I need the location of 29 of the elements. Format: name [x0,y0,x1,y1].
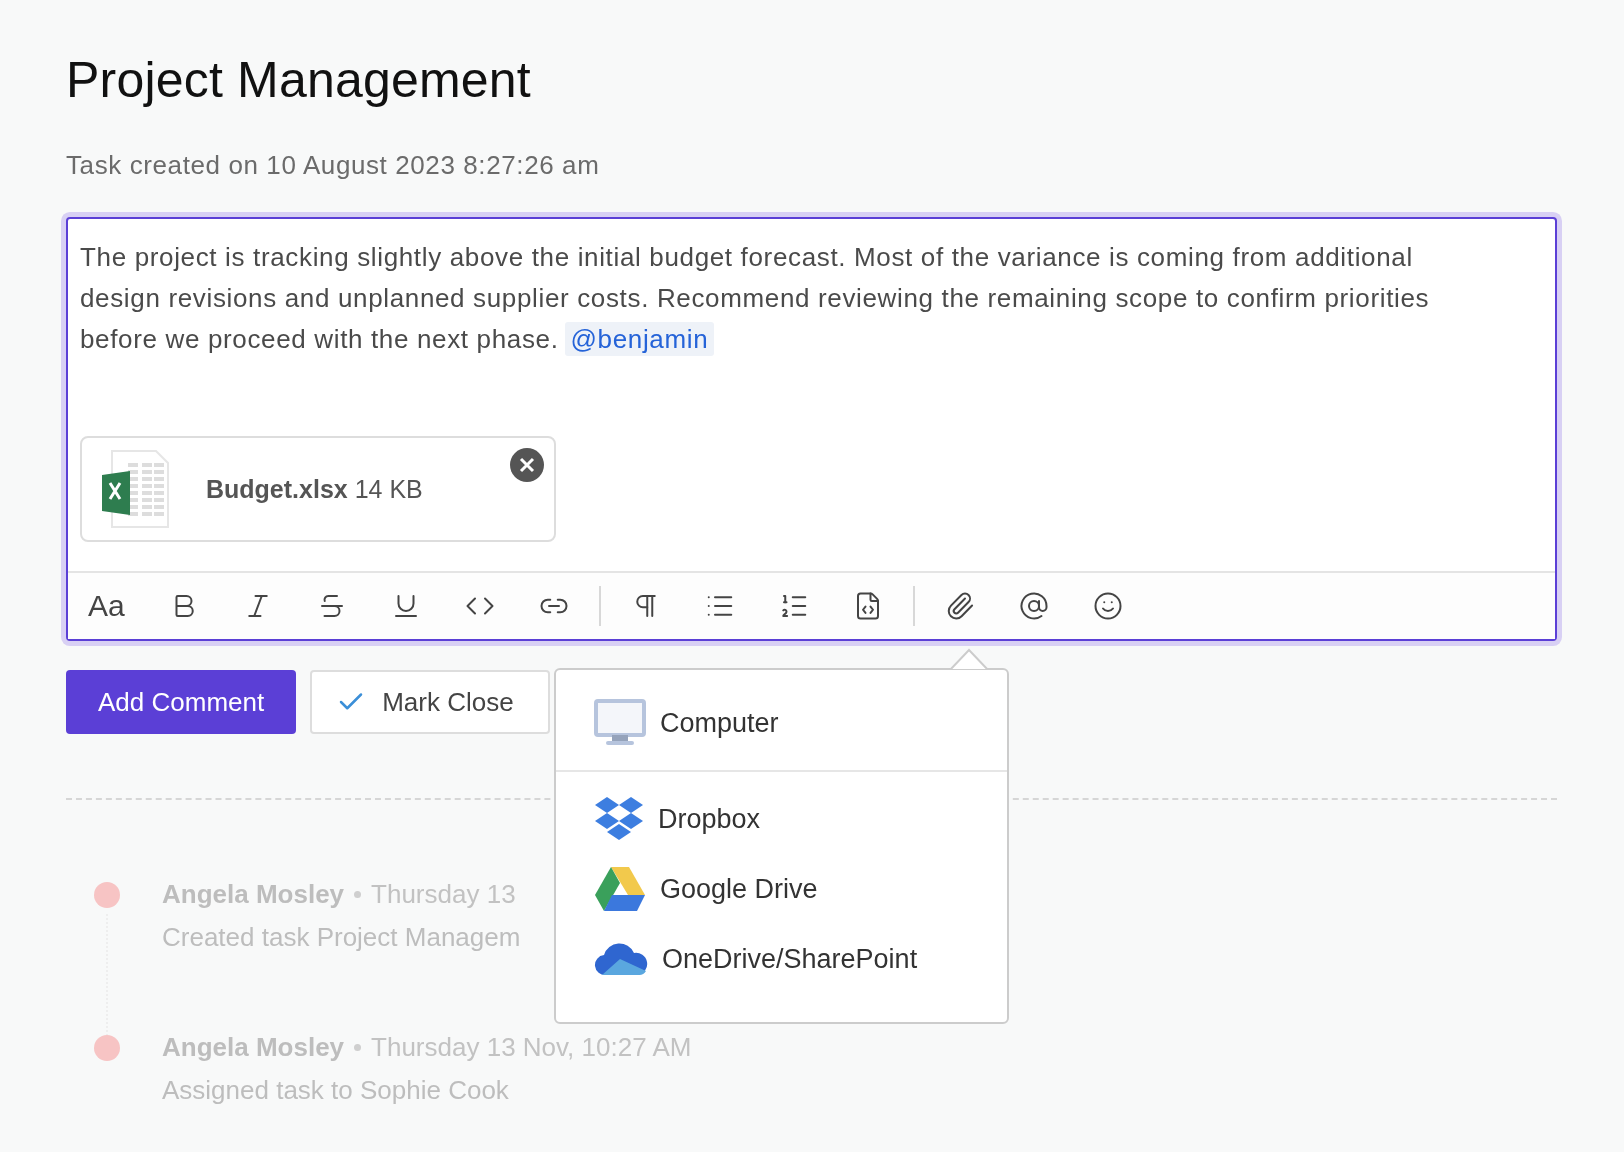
smiley-icon[interactable] [1092,591,1123,621]
activity-text: Created task Project Managem [162,922,522,953]
comment-text: The project is tracking slightly above the initial budget forecast. Most of the variance is coming from additional design revisions and unplanned supplier costs. Recommend reviewing the remaining scope to confirm priorities before we proceed with the next phase. @benjamin [80,241,1431,358]
menu-item[interactable]: Computer [556,688,1007,758]
drive-icon [594,866,646,912]
menu-item[interactable]: OneDrive/SharePoint [556,924,1007,994]
author-name: Angela Mosley [162,1031,345,1064]
created-date: Task created on 10 August 2023 8:27:26 am [66,150,601,181]
remove-attachment-button[interactable] [510,448,544,482]
menu-item[interactable]: Google Drive [556,854,1007,924]
activity-text: Assigned task to Sophie Cook [162,1075,510,1106]
dropbox-icon [594,796,644,842]
menu-item[interactable]: Dropbox [556,784,1007,854]
mention-link[interactable]: @benjamin [564,322,715,356]
mark-closed-button[interactable]: Mark Close [310,670,551,734]
separator-dot [354,890,362,898]
at-sign-icon[interactable] [1018,591,1049,621]
attachment-name: Budget.xlsx 14 KB [206,474,423,504]
cloud-icon [594,941,648,977]
add-comment-button[interactable]: Add Comment [66,670,297,734]
separator-dot [354,1043,362,1051]
page-title: Project Management [66,51,532,110]
timeline-dot [94,1035,120,1061]
text-size-button[interactable]: Aa [88,589,125,623]
author-name: Angela Mosley [162,878,345,911]
spreadsheet-file-icon [100,449,172,529]
close-icon [519,457,535,473]
monitor-icon [594,699,646,747]
timeline-dot [94,882,120,908]
